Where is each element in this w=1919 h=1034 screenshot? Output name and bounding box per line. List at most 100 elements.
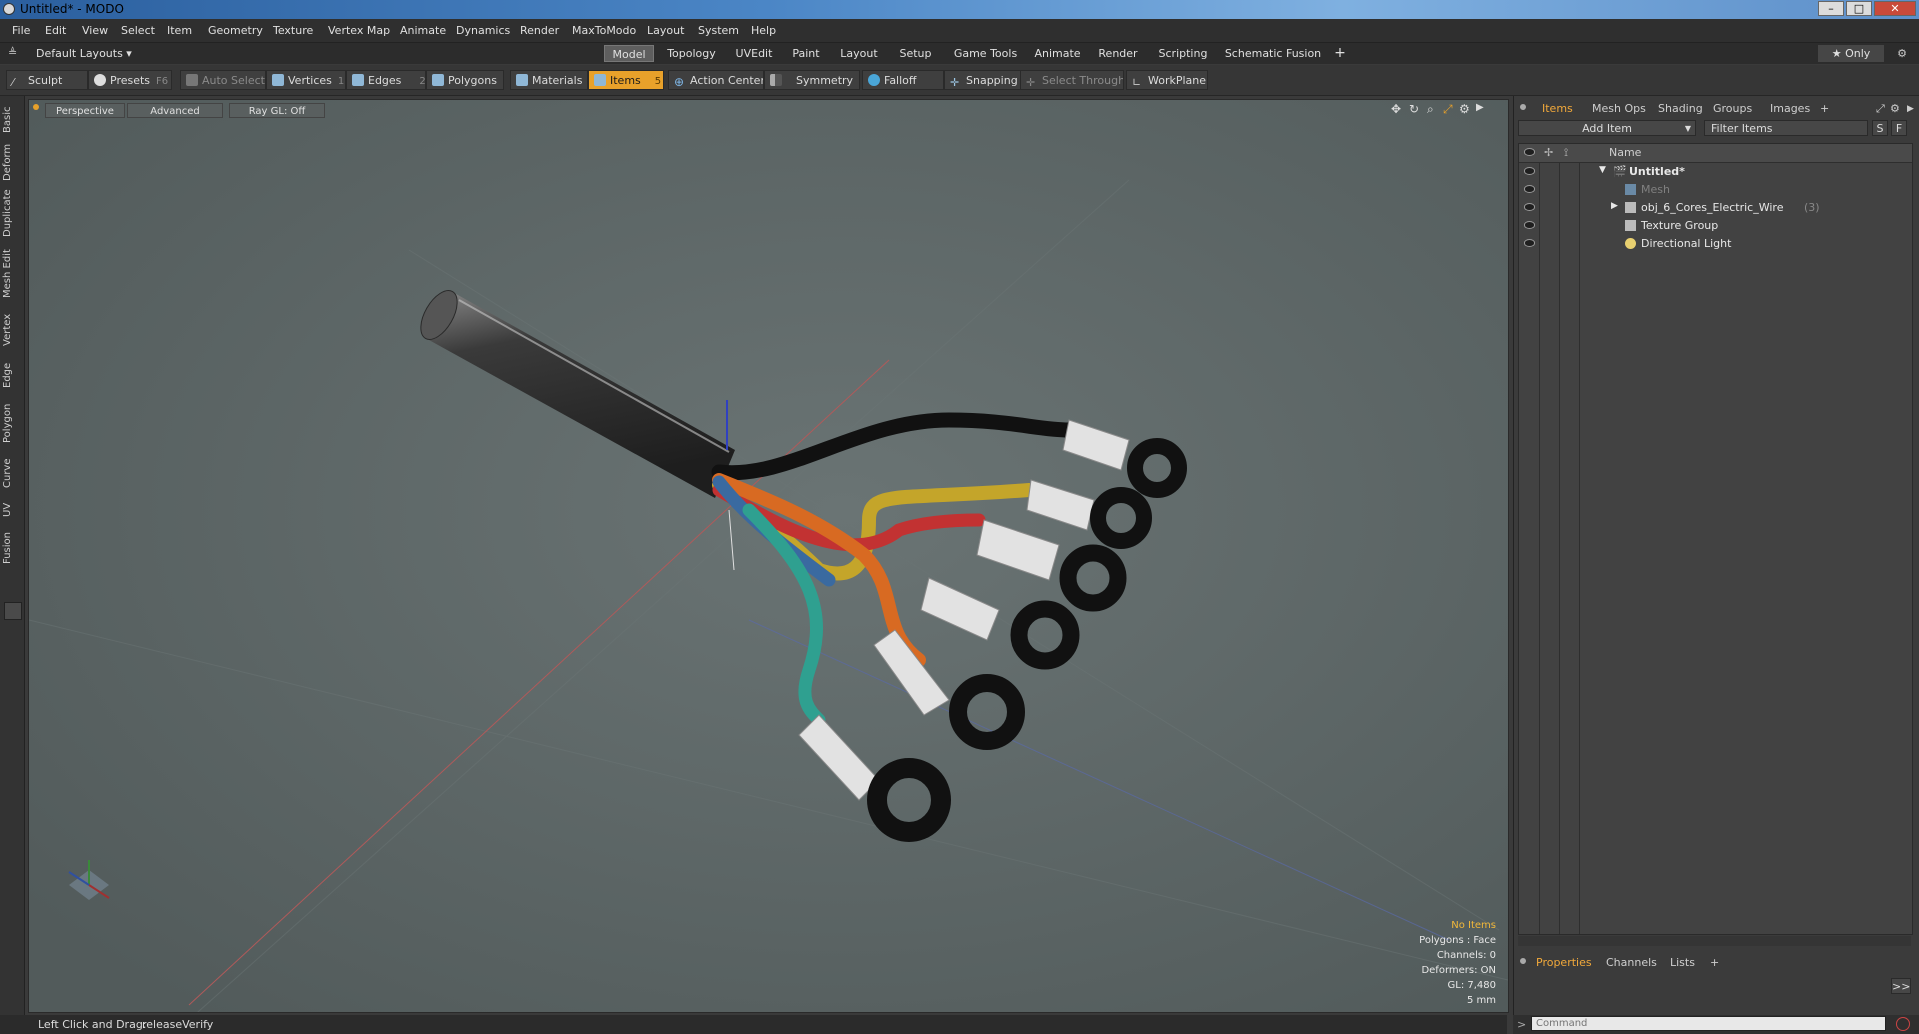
tab-animate[interactable]: Animate (1030, 45, 1085, 62)
tab-setup[interactable]: Setup (893, 45, 938, 62)
tab-duplicate[interactable]: Duplicate (2, 188, 22, 238)
menu-view[interactable]: View (82, 24, 108, 37)
zoom-icon[interactable]: ⌕ (1427, 102, 1434, 117)
panel-menu-icon[interactable]: ▶ (1907, 104, 1914, 114)
tab-render[interactable]: Render (1093, 45, 1143, 62)
panel-settings-icon[interactable]: ⚙ (1890, 102, 1900, 115)
visibility-eye-icon[interactable] (1524, 167, 1535, 175)
tab-groups[interactable]: Groups (1713, 102, 1752, 115)
fit-icon[interactable]: ⤢ (1443, 102, 1453, 117)
tree-scrollbar[interactable] (1518, 936, 1911, 946)
command-input[interactable] (1531, 1016, 1886, 1031)
materials-button[interactable]: Materials (510, 70, 588, 90)
items-button[interactable]: Items 5 (588, 70, 664, 90)
add-item-dropdown[interactable]: Add Item ▼ (1518, 120, 1696, 136)
tab-edge[interactable]: Edge (2, 358, 22, 392)
render-header-icon[interactable]: ⟟ (1564, 146, 1568, 160)
tab-channels[interactable]: Channels (1606, 956, 1657, 969)
menu-help[interactable]: Help (751, 24, 776, 37)
minimize-button[interactable]: – (1818, 1, 1844, 16)
menu-select[interactable]: Select (121, 24, 155, 37)
tree-row-texture-group[interactable]: Texture Group (1519, 217, 1912, 235)
tab-shading[interactable]: Shading (1658, 102, 1703, 115)
menu-animate[interactable]: Animate (400, 24, 446, 37)
tree-row-light[interactable]: Directional Light (1519, 235, 1912, 253)
tab-items[interactable]: Items (1542, 102, 1573, 115)
symmetry-button[interactable]: Symmetry (764, 70, 860, 90)
tab-vertex[interactable]: Vertex (2, 310, 22, 350)
3d-viewport[interactable]: Perspective Advanced Ray GL: Off ✥ ↻ ⌕ ⤢… (28, 99, 1509, 1013)
menu-edit[interactable]: Edit (45, 24, 66, 37)
tab-topology[interactable]: Topology (660, 45, 723, 62)
polygons-button[interactable]: Polygons (426, 70, 504, 90)
visibility-header-icon[interactable] (1524, 148, 1535, 156)
tab-fusion[interactable]: Fusion (2, 528, 22, 568)
auto-select-button[interactable]: Auto Select (180, 70, 266, 90)
tree-row-scene[interactable]: ▼ 🎬 Untitled* (1519, 163, 1912, 181)
menu-layout[interactable]: Layout (647, 24, 684, 37)
menu-vertex-map[interactable]: Vertex Map (328, 24, 390, 37)
menu-texture[interactable]: Texture (273, 24, 313, 37)
viewport-scene[interactable] (29, 100, 1508, 1012)
sculpt-button[interactable]: ⁄ Sculpt (6, 70, 88, 90)
settings-gear-icon[interactable]: ⚙ (1892, 45, 1912, 62)
visibility-eye-icon[interactable] (1524, 221, 1535, 229)
pan-icon[interactable]: ✥ (1391, 102, 1401, 116)
viewport-menu-icon[interactable]: ▶ (1476, 102, 1484, 113)
tab-uvedit[interactable]: UVEdit (728, 45, 780, 62)
menu-item[interactable]: Item (167, 24, 192, 37)
tab-uv[interactable]: UV (2, 498, 22, 522)
tab-mesh-ops[interactable]: Mesh Ops (1592, 102, 1646, 115)
tab-layout[interactable]: Layout (834, 45, 884, 62)
shading-mode-dropdown[interactable]: Advanced (127, 103, 223, 118)
add-tab-button[interactable]: + (1710, 956, 1719, 969)
tab-curve[interactable]: Curve (2, 454, 22, 492)
collapse-arrow-icon[interactable]: ▼ (1599, 165, 1606, 175)
tab-deform[interactable]: Deform (2, 142, 22, 182)
tab-game-tools[interactable]: Game Tools (948, 45, 1023, 62)
panel-expand-icon[interactable]: ⤢ (1876, 102, 1885, 116)
tab-properties[interactable]: Properties (1536, 956, 1592, 969)
menu-geometry[interactable]: Geometry (208, 24, 263, 37)
tab-polygon[interactable]: Polygon (2, 400, 22, 446)
tree-row-wire-group[interactable]: ▶ obj_6_Cores_Electric_Wire (3) (1519, 199, 1912, 217)
raygl-toggle[interactable]: Ray GL: Off (229, 103, 325, 118)
menu-system[interactable]: System (698, 24, 739, 37)
menu-maxtomodo[interactable]: MaxToModo (572, 24, 636, 37)
viewport-settings-icon[interactable]: ⚙ (1459, 102, 1470, 116)
view-type-dropdown[interactable]: Perspective (45, 103, 125, 118)
rotate-icon[interactable]: ↻ (1409, 102, 1419, 116)
layout-selector[interactable]: Default Layouts ▾ (36, 45, 136, 62)
tab-model[interactable]: Model (604, 45, 654, 62)
filter-s-button[interactable]: S (1872, 120, 1888, 136)
falloff-button[interactable]: Falloff (862, 70, 944, 90)
visibility-eye-icon[interactable] (1524, 203, 1535, 211)
workplane-button[interactable]: ∟ WorkPlane (1126, 70, 1208, 90)
close-button[interactable]: ✕ (1874, 1, 1916, 16)
select-through-button[interactable]: ✛ Select Through (1020, 70, 1124, 90)
tab-basic[interactable]: Basic (2, 102, 22, 138)
expand-properties-button[interactable]: >> (1891, 978, 1911, 994)
filter-f-button[interactable]: F (1891, 120, 1907, 136)
filter-items-input[interactable]: Filter Items (1704, 120, 1868, 136)
visibility-eye-icon[interactable] (1524, 185, 1535, 193)
tab-paint[interactable]: Paint (786, 45, 826, 62)
tab-schematic-fusion[interactable]: Schematic Fusion (1222, 45, 1324, 62)
expand-arrow-icon[interactable]: ▶ (1611, 201, 1618, 211)
command-stop-icon[interactable] (1896, 1017, 1910, 1031)
only-toggle[interactable]: ★ Only (1818, 45, 1884, 62)
action-center-button[interactable]: ⊕ Action Center (668, 70, 764, 90)
tab-images[interactable]: Images (1770, 102, 1810, 115)
add-tab-button[interactable]: + (1820, 102, 1829, 115)
menu-file[interactable]: File (12, 24, 30, 37)
edges-button[interactable]: Edges 2 (346, 70, 426, 90)
lock-header-icon[interactable]: ✢ (1544, 146, 1553, 159)
vertices-button[interactable]: Vertices 1 (266, 70, 346, 90)
tab-scripting[interactable]: Scripting (1152, 45, 1214, 62)
menu-render[interactable]: Render (520, 24, 559, 37)
presets-button[interactable]: Presets F6 (88, 70, 172, 90)
visibility-eye-icon[interactable] (1524, 239, 1535, 247)
tab-mesh-edit[interactable]: Mesh Edit (2, 246, 22, 302)
tree-row-mesh[interactable]: Mesh (1519, 181, 1912, 199)
strip-toggle-button[interactable] (4, 602, 22, 620)
